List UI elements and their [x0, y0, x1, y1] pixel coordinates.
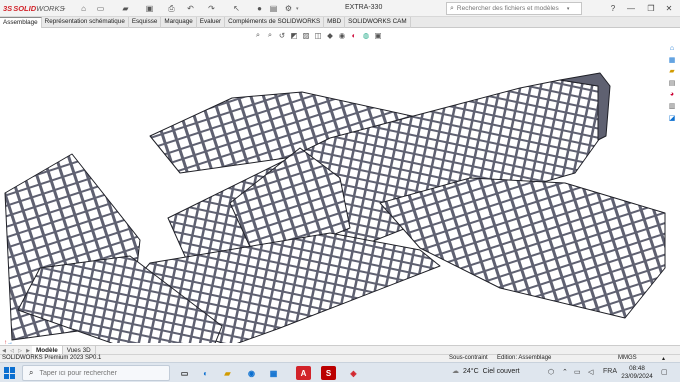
- clock-time: 08:48: [629, 365, 645, 372]
- search-files-box[interactable]: ⌕ ▾: [446, 2, 582, 15]
- cloud-icon: ☁: [452, 368, 459, 375]
- file-explorer-icon[interactable]: ▰: [667, 67, 677, 76]
- constraint-status: Sous-contraint: [449, 355, 488, 361]
- windows-taskbar: ⌕ ▭ ◐ ▰ ◉ ▦ A S ◈ ☁ 24°C Ciel couvert ⬡ …: [0, 362, 680, 382]
- select-icon[interactable]: ↖: [231, 3, 242, 14]
- help-button[interactable]: ?: [606, 2, 620, 15]
- print-icon[interactable]: ⎙: [166, 3, 177, 14]
- save-icon[interactable]: ▣: [144, 3, 155, 14]
- aircraft-frame-model: [4, 72, 666, 343]
- apply-scene-icon[interactable]: ◍: [361, 30, 371, 40]
- heads-up-view-toolbar: ⌕ ⌕ ↺ ◩ ▨ ◫ ◆ ◉ ◐ ◍ ▣: [253, 30, 383, 42]
- acrobat-icon[interactable]: A: [296, 366, 311, 380]
- display-style-icon[interactable]: ◆: [325, 30, 335, 40]
- tab-modele[interactable]: Modèle: [32, 346, 63, 354]
- tab-representation-schematique[interactable]: Représentation schématique: [42, 17, 129, 28]
- windows-start-icon[interactable]: [4, 367, 16, 379]
- document-title: EXTRA-330: [345, 4, 383, 11]
- tab-marquage[interactable]: Marquage: [161, 17, 197, 28]
- taskbar-search-icon: ⌕: [29, 368, 34, 377]
- status-bar: SOLIDWORKS Premium 2023 SP0.1 Sous-contr…: [0, 354, 680, 362]
- zoom-to-fit-icon[interactable]: ⌕: [253, 30, 263, 40]
- menu-caret-icon[interactable]: ▸: [63, 6, 68, 12]
- edge-browser-icon[interactable]: ◐: [198, 366, 213, 380]
- hide-show-icon[interactable]: ◉: [337, 30, 347, 40]
- taskbar-search-input[interactable]: [39, 369, 160, 377]
- graphics-area[interactable]: ↑→: [0, 28, 666, 346]
- options-caret-icon[interactable]: ▾: [296, 6, 301, 12]
- system-clock[interactable]: 08:48 23/09/2024: [620, 365, 654, 381]
- store-icon[interactable]: ▦: [266, 366, 281, 380]
- edit-appearance-icon[interactable]: ◐: [349, 30, 359, 40]
- command-manager-tabs: Assemblage Représentation schématique Es…: [0, 17, 680, 28]
- close-button[interactable]: ✕: [662, 2, 676, 15]
- weather-widget[interactable]: ☁ 24°C Ciel couvert: [452, 367, 520, 376]
- options-icon[interactable]: ⚙: [283, 3, 294, 14]
- tab-evaluer[interactable]: Evaluer: [197, 17, 226, 28]
- main-wing-frame: [379, 177, 666, 319]
- view-palette-icon[interactable]: ▤: [667, 79, 677, 88]
- section-view-icon[interactable]: ◩: [289, 30, 299, 40]
- solidworks-logo[interactable]: 3S SOLID WORKS: [3, 3, 64, 14]
- ds-logo-mark: 3S: [3, 4, 13, 13]
- zoom-area-icon[interactable]: ⌕: [265, 30, 275, 40]
- redo-icon[interactable]: ↷: [206, 3, 217, 14]
- dynamic-annotation-icon[interactable]: ▨: [301, 30, 311, 40]
- file-explorer-app-icon[interactable]: ▰: [220, 366, 235, 380]
- edit-mode-status: Edition: Assemblage: [497, 355, 552, 361]
- tab-complements[interactable]: Compléments de SOLIDWORKS: [225, 17, 325, 28]
- product-version: SOLIDWORKS Premium 2023 SP0.1: [2, 355, 102, 361]
- network-icon[interactable]: ▭: [574, 368, 581, 376]
- resources-icon[interactable]: ⌂: [667, 44, 677, 53]
- previous-view-icon[interactable]: ↺: [277, 30, 287, 40]
- search-icon: ⌕: [450, 4, 454, 12]
- status-caret-icon[interactable]: ▴: [662, 355, 665, 362]
- title-bar: 3S SOLID WORKS ▸ ⌂ ▭ ▰ ▣ ⎙ ↶ ↷ ↖ ● ▤ ⚙ ▾ …: [0, 0, 680, 17]
- design-library-icon[interactable]: ▦: [667, 56, 677, 65]
- appearances-icon[interactable]: ◕: [667, 90, 677, 99]
- open-folder-icon[interactable]: ▰: [120, 3, 131, 14]
- temperature: 24°C: [463, 367, 479, 375]
- tab-solidworks-cam[interactable]: SOLIDWORKS CAM: [345, 17, 411, 28]
- solidworks-taskbar-icon[interactable]: ◈: [346, 366, 361, 380]
- solidworks-app-icon[interactable]: S: [321, 366, 336, 380]
- file-properties-icon[interactable]: ▤: [268, 3, 279, 14]
- tab-assemblage[interactable]: Assemblage: [0, 17, 42, 28]
- minimize-button[interactable]: —: [624, 2, 638, 15]
- rebuild-icon[interactable]: ●: [254, 3, 265, 14]
- restore-button[interactable]: ❐: [644, 2, 658, 15]
- task-pane-tabs: ⌂ ▦ ▰ ▤ ◕ ▥ ◪: [667, 44, 678, 122]
- solidworks-forum-icon[interactable]: ◪: [667, 113, 677, 122]
- undo-icon[interactable]: ↶: [185, 3, 196, 14]
- search-caret-icon[interactable]: ▾: [567, 6, 570, 12]
- new-file-icon[interactable]: ▭: [95, 3, 106, 14]
- tab-vues-3d[interactable]: Vues 3D: [63, 346, 96, 354]
- volume-icon[interactable]: ◁: [588, 368, 593, 376]
- view-orientation-icon[interactable]: ◫: [313, 30, 323, 40]
- tab-esquisse[interactable]: Esquisse: [129, 17, 162, 28]
- show-hidden-icons-icon[interactable]: ⌃: [562, 368, 568, 376]
- clock-date: 23/09/2024: [621, 373, 653, 380]
- task-view-icon[interactable]: ▭: [177, 366, 192, 380]
- search-files-input[interactable]: [456, 5, 567, 12]
- outlook-icon[interactable]: ◉: [244, 366, 259, 380]
- weather-condition: Ciel couvert: [482, 367, 520, 375]
- tab-mbd[interactable]: MBD: [324, 17, 346, 28]
- model-view-tabs: ◀ ◁ ▷ ▶ Modèle Vues 3D: [0, 345, 680, 354]
- taskbar-search-box[interactable]: ⌕: [22, 365, 170, 381]
- unit-system[interactable]: MMGS: [618, 355, 637, 361]
- notification-icon[interactable]: ▢: [661, 368, 668, 376]
- tray-icon-1[interactable]: ⬡: [548, 368, 554, 376]
- language-indicator[interactable]: FRA: [603, 368, 617, 375]
- home-icon[interactable]: ⌂: [78, 3, 89, 14]
- custom-properties-icon[interactable]: ▥: [667, 102, 677, 111]
- view-settings-icon[interactable]: ▣: [373, 30, 383, 40]
